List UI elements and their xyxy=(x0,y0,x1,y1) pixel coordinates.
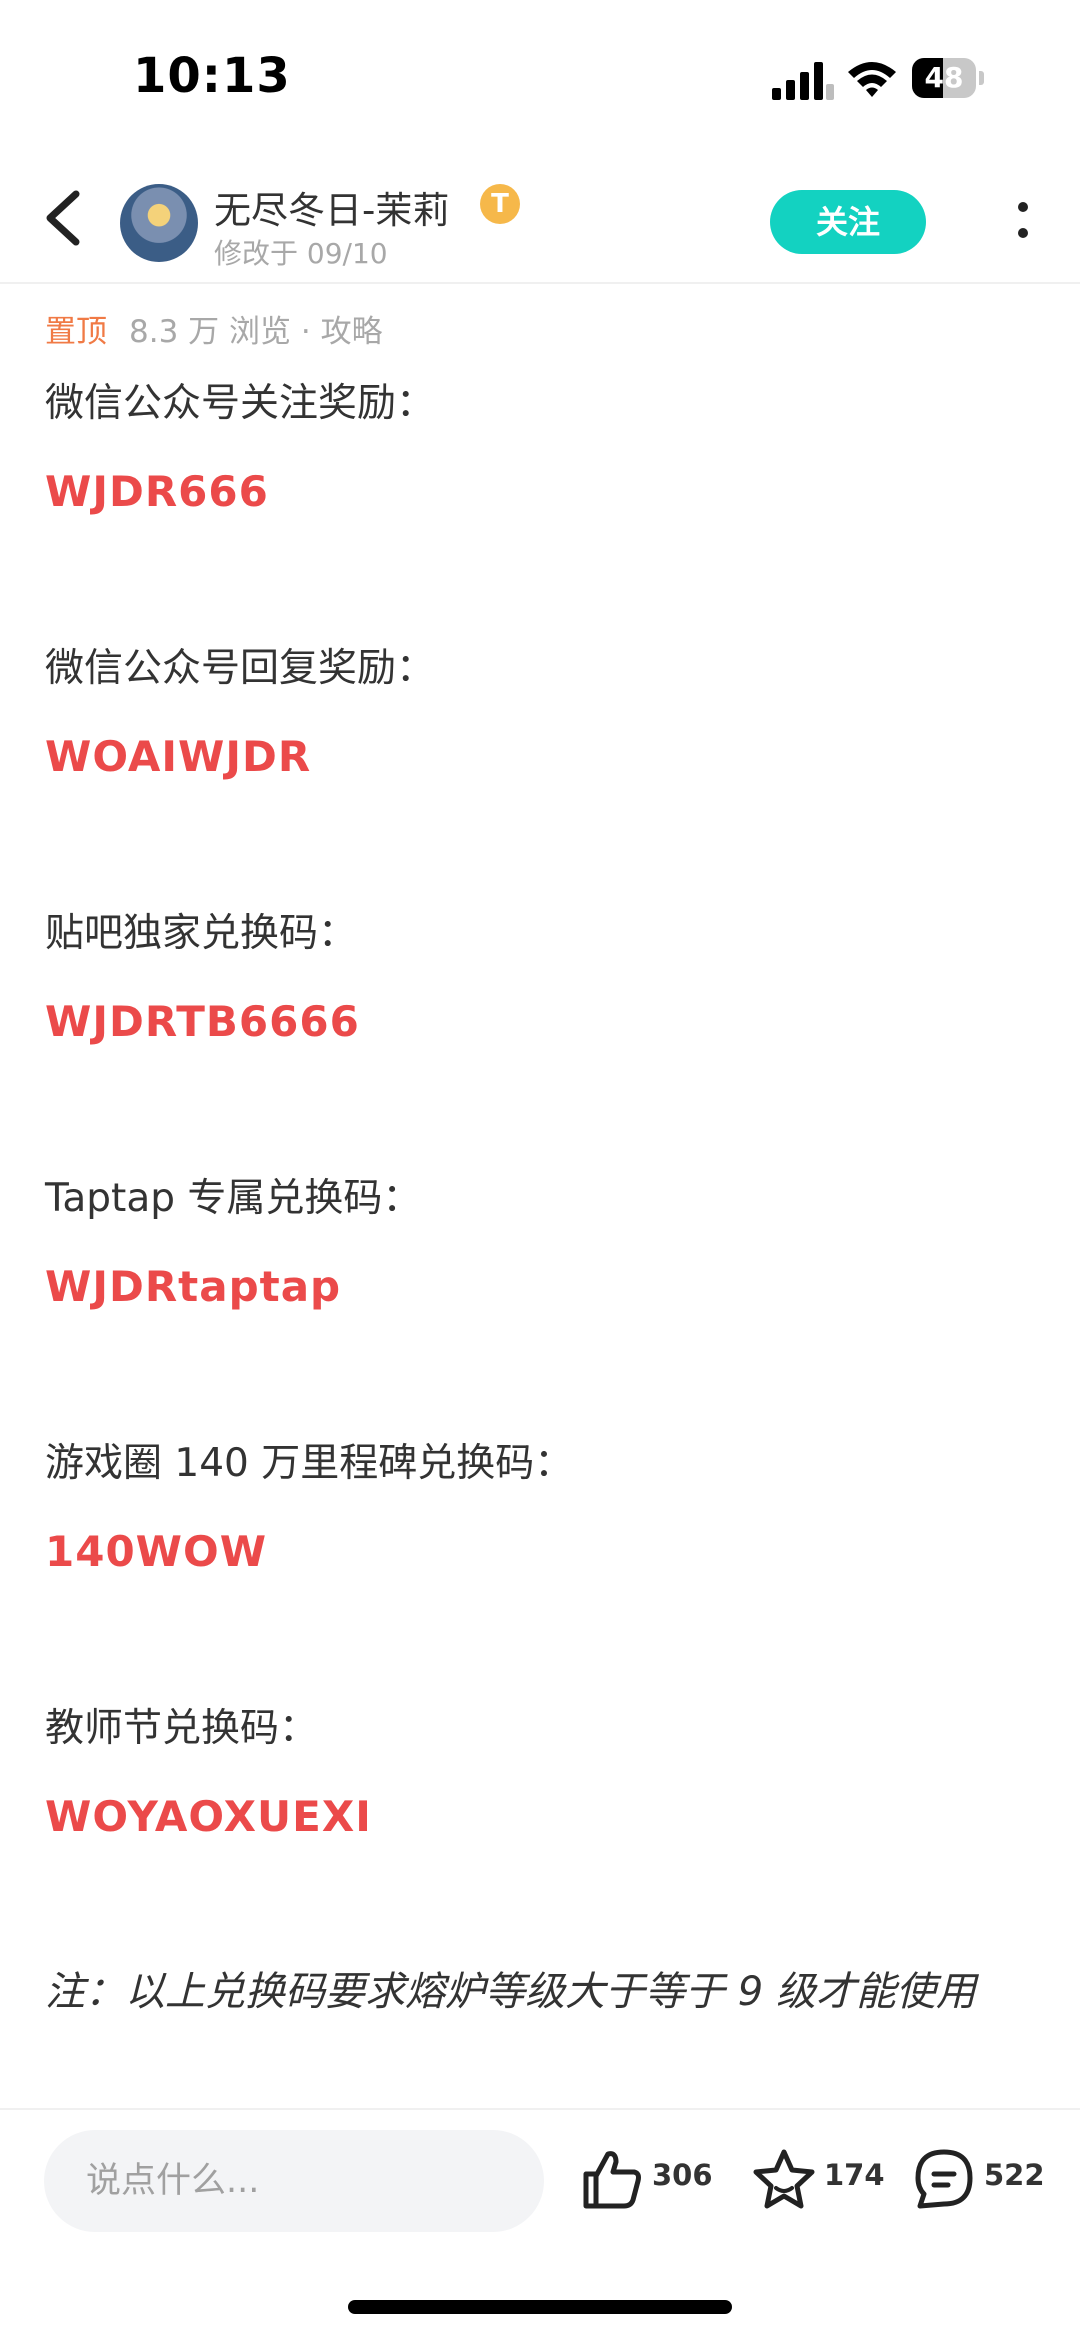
redeem-code[interactable]: WOYAOXUEXI xyxy=(45,1773,1035,1861)
author-name[interactable]: 无尽冬日-茉莉 xyxy=(214,180,449,234)
redeem-code[interactable]: WOAIWJDR xyxy=(45,713,1035,801)
code-label: 游戏圈 140 万里程碑兑换码： xyxy=(45,1441,574,1486)
usage-note: 注：以上兑换码要求熔炉等级大于等于 9 级才能使用 xyxy=(45,1969,976,2015)
comment-count: 522 xyxy=(984,2158,1045,2192)
avatar[interactable] xyxy=(120,184,198,262)
wifi-icon xyxy=(848,62,896,97)
code-label: Taptap 专属兑换码： xyxy=(45,1176,422,1221)
favorite-button[interactable]: 174 xyxy=(752,2144,892,2214)
creator-badge-icon: T xyxy=(480,184,520,224)
code-item: 贴吧独家兑换码： WJDRTB6666 xyxy=(45,890,1035,1155)
redeem-code[interactable]: WJDRtaptap xyxy=(45,1243,1035,1331)
signal-icon xyxy=(772,62,834,100)
post-content: 微信公众号关注奖励： WJDR666 微信公众号回复奖励： WOAIWJDR 贴… xyxy=(45,360,1035,2036)
battery-icon: 48 xyxy=(912,58,984,98)
follow-button[interactable]: 关注 xyxy=(770,190,926,254)
code-label: 贴吧独家兑换码： xyxy=(45,911,358,956)
favorite-count: 174 xyxy=(824,2158,885,2192)
home-indicator[interactable] xyxy=(348,2300,732,2314)
code-item: 微信公众号回复奖励： WOAIWJDR xyxy=(45,625,1035,890)
view-count: 8.3 万 浏览 · 攻略 xyxy=(129,314,383,350)
star-icon xyxy=(753,2149,815,2209)
comment-icon xyxy=(915,2149,973,2209)
like-count: 306 xyxy=(652,2158,713,2192)
code-label: 微信公众号回复奖励： xyxy=(45,646,436,691)
post-header: 无尽冬日-茉莉 T 修改于 09/10 关注 xyxy=(0,150,1080,284)
back-icon[interactable] xyxy=(36,188,92,248)
status-bar: 10:13 48 xyxy=(0,0,1080,150)
like-icon xyxy=(583,2151,641,2209)
code-label: 教师节兑换码： xyxy=(45,1706,319,1751)
code-item: 微信公众号关注奖励： WJDR666 xyxy=(45,360,1035,625)
like-button[interactable]: 306 xyxy=(580,2144,720,2214)
code-item: 教师节兑换码： WOYAOXUEXI xyxy=(45,1685,1035,1950)
modified-date: 修改于 09/10 xyxy=(214,237,388,270)
code-label: 微信公众号关注奖励： xyxy=(45,381,436,426)
pinned-tag: 置顶 xyxy=(45,314,107,350)
more-icon[interactable] xyxy=(1008,194,1038,254)
redeem-code[interactable]: 140WOW xyxy=(45,1508,1035,1596)
comment-button[interactable]: 522 xyxy=(912,2144,1052,2214)
redeem-code[interactable]: WJDRTB6666 xyxy=(45,978,1035,1066)
post-meta: 置顶 8.3 万 浏览 · 攻略 xyxy=(45,306,383,351)
code-item: 游戏圈 140 万里程碑兑换码： 140WOW xyxy=(45,1420,1035,1685)
code-item: Taptap 专属兑换码： WJDRtaptap xyxy=(45,1155,1035,1420)
status-time: 10:13 xyxy=(133,48,291,104)
comment-input[interactable] xyxy=(44,2130,544,2232)
battery-level: 48 xyxy=(924,61,964,94)
redeem-code[interactable]: WJDR666 xyxy=(45,448,1035,536)
